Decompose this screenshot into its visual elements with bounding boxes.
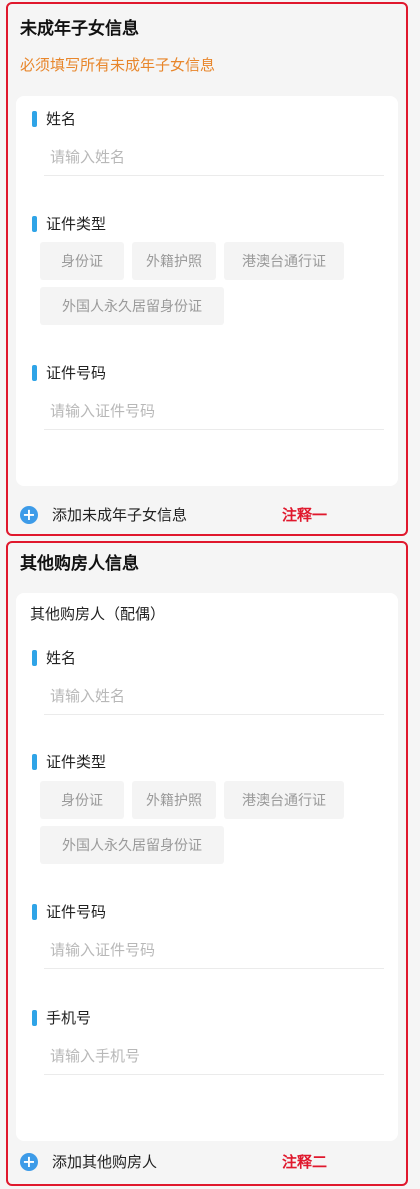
id-number-input[interactable]: 请输入证件号码 — [44, 392, 384, 430]
name-label: 姓名 — [32, 647, 76, 668]
id-number-label-text: 证件号码 — [46, 903, 107, 921]
id-number-label-text: 证件号码 — [46, 364, 107, 382]
label-marker — [32, 753, 37, 770]
label-marker — [32, 110, 37, 127]
label-marker — [32, 364, 37, 381]
label-marker — [32, 215, 37, 232]
required-note: 必须填写所有未成年子女信息 — [20, 56, 216, 74]
other-buyer-card: 其他购房人（配偶） 姓名 请输入姓名 证件类型 身份证 外籍护照 港澳台通行证 … — [16, 593, 398, 1141]
name-input[interactable]: 请输入姓名 — [44, 138, 384, 176]
id-number-label: 证件号码 — [32, 362, 106, 383]
id-type-option-foreign-permanent-residence[interactable]: 外国人永久居留身份证 — [40, 826, 224, 864]
name-label: 姓名 — [32, 108, 76, 129]
label-marker — [32, 649, 37, 666]
id-type-option-foreign-passport[interactable]: 外籍护照 — [132, 242, 216, 280]
other-buyers-panel: 其他购房人信息 其他购房人（配偶） 姓名 请输入姓名 证件类型 身份证 外籍护照… — [6, 541, 408, 1186]
add-minor-child-button[interactable]: + 添加未成年子女信息 — [20, 504, 187, 525]
id-type-option-foreign-permanent-residence[interactable]: 外国人永久居留身份证 — [40, 287, 224, 325]
id-number-input[interactable]: 请输入证件号码 — [44, 931, 384, 969]
name-label-text: 姓名 — [46, 110, 77, 128]
id-type-label: 证件类型 — [32, 213, 106, 234]
phone-label-text: 手机号 — [46, 1009, 92, 1027]
plus-circle-icon: + — [20, 505, 38, 524]
phone-input[interactable]: 请输入手机号 — [44, 1037, 384, 1075]
name-label-text: 姓名 — [46, 649, 77, 667]
label-marker — [32, 903, 37, 920]
id-type-label: 证件类型 — [32, 751, 106, 772]
label-marker — [32, 1009, 37, 1026]
spouse-subtitle: 其他购房人（配偶） — [30, 605, 166, 623]
add-other-buyer-label: 添加其他购房人 — [52, 1153, 158, 1171]
phone-label: 手机号 — [32, 1007, 91, 1028]
id-type-option-foreign-passport[interactable]: 外籍护照 — [132, 781, 216, 819]
id-type-option-id-card[interactable]: 身份证 — [40, 781, 124, 819]
minor-children-title: 未成年子女信息 — [20, 19, 139, 39]
id-number-label: 证件号码 — [32, 901, 106, 922]
minor-children-panel: 未成年子女信息 必须填写所有未成年子女信息 姓名 请输入姓名 证件类型 身份证 … — [6, 2, 408, 536]
id-type-option-hk-macau-taiwan-permit[interactable]: 港澳台通行证 — [224, 242, 344, 280]
annotation-one: 注释一 — [282, 506, 328, 524]
annotation-two: 注释二 — [282, 1153, 328, 1171]
id-type-option-id-card[interactable]: 身份证 — [40, 242, 124, 280]
name-input[interactable]: 请输入姓名 — [44, 677, 384, 715]
id-type-label-text: 证件类型 — [46, 753, 107, 771]
plus-circle-icon: + — [20, 1152, 38, 1171]
other-buyers-title: 其他购房人信息 — [20, 554, 139, 574]
minor-child-card: 姓名 请输入姓名 证件类型 身份证 外籍护照 港澳台通行证 外国人永久居留身份证… — [16, 96, 398, 486]
id-type-label-text: 证件类型 — [46, 215, 107, 233]
id-type-option-hk-macau-taiwan-permit[interactable]: 港澳台通行证 — [224, 781, 344, 819]
add-minor-child-label: 添加未成年子女信息 — [52, 506, 188, 524]
add-other-buyer-button[interactable]: + 添加其他购房人 — [20, 1151, 157, 1172]
